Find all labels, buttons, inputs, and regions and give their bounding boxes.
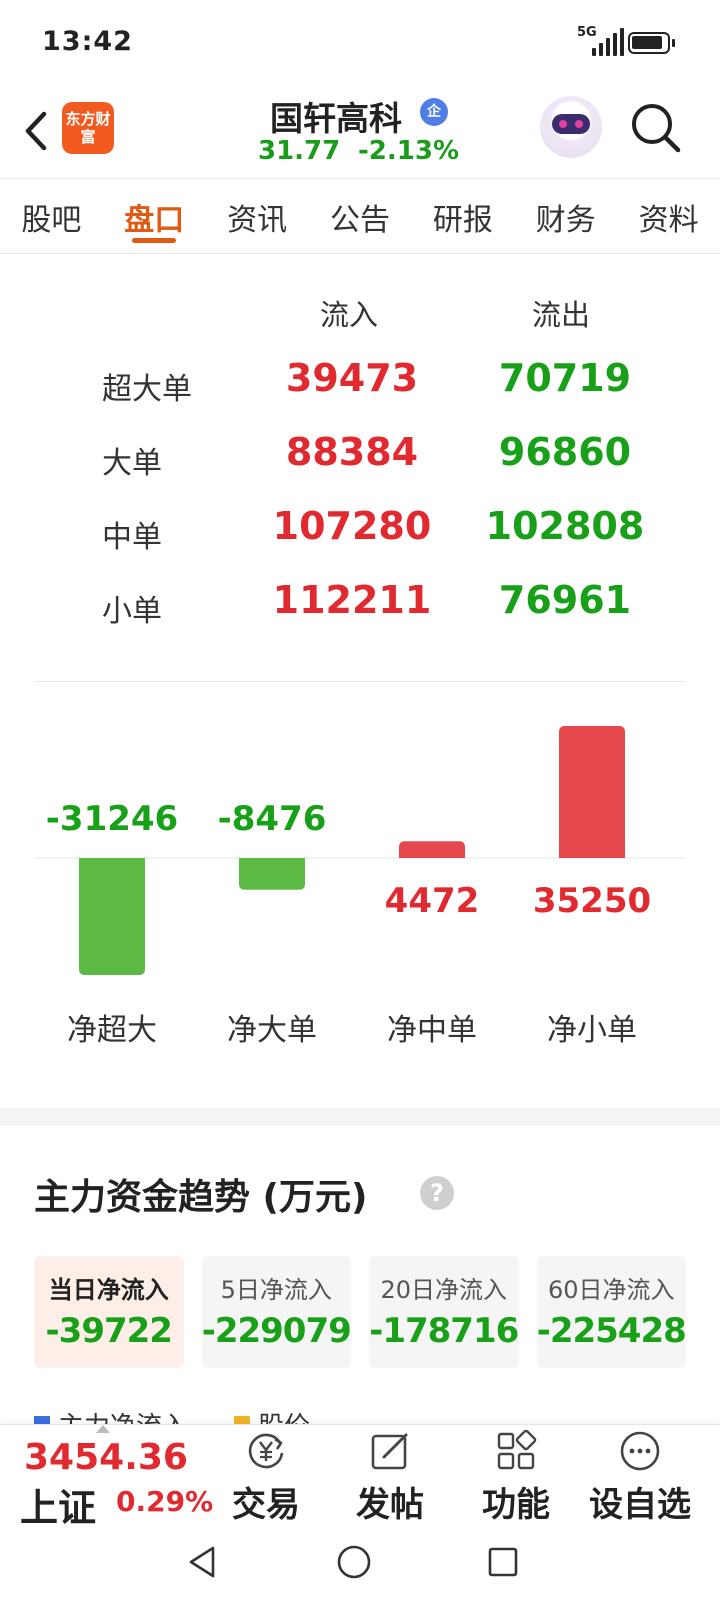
signal-icon [592, 28, 624, 56]
yen-exchange-icon [248, 1433, 284, 1469]
index-pct: 0.29% [116, 1485, 214, 1518]
medium-inflow: 107280 [272, 504, 432, 548]
large-outflow: 96860 [498, 430, 632, 474]
grid-apps-icon [497, 1429, 537, 1470]
stock-change-pct: -2.13% [358, 136, 459, 166]
medium-outflow: 102808 [485, 504, 645, 548]
bottom-toolbar: 3454.36 上证 0.29% 交易 发帖 功能 设自选 [0, 1424, 720, 1530]
post-label: 发帖 [356, 1485, 424, 1525]
inflow-header: 流入 [320, 298, 379, 332]
search-icon[interactable] [628, 100, 684, 156]
card-label: 60日净流入 [547, 1276, 675, 1304]
net-bar-2 [239, 858, 305, 890]
row-label-large: 大单 [102, 446, 162, 481]
net-value-label: -8476 [218, 799, 327, 839]
small-inflow: 112211 [272, 578, 432, 622]
trend-title: 主力资金趋势 (万元) [34, 1177, 368, 1218]
legend-price: 股价 [234, 1406, 310, 1426]
add-watchlist-label: 设自选 [589, 1485, 691, 1525]
card-label: 5日净流入 [220, 1276, 332, 1304]
large-inflow: 88384 [285, 430, 419, 474]
app-logo[interactable]: 东方财富 [62, 102, 114, 154]
net-bar-3 [399, 841, 465, 858]
card-today[interactable]: 当日净流入 -39722 [34, 1256, 184, 1368]
more-dots-icon [620, 1431, 660, 1471]
net-bar-1 [79, 858, 145, 976]
nav-back-icon[interactable] [186, 1544, 218, 1580]
net-flow-chart: -31246 净超大 -8476 净大单 4472 净中单 35250 净小单 [34, 726, 686, 1048]
trade-label: 交易 [232, 1485, 300, 1525]
net-value-label: 4472 [385, 881, 480, 921]
card-value: -229079 [201, 1311, 352, 1351]
net-bar-4 [559, 726, 625, 858]
tab-research[interactable]: 研报 [411, 179, 514, 253]
net-category-label: 净大单 [227, 1013, 317, 1048]
tab-news[interactable]: 资讯 [206, 179, 309, 253]
index-name: 上证 [20, 1486, 97, 1530]
legend-main-inflow: 主力净流入 [34, 1406, 188, 1426]
tab-pankou[interactable]: 盘口 [103, 179, 206, 253]
card-5d[interactable]: 5日净流入 -229079 [201, 1256, 352, 1368]
functions-label: 功能 [482, 1485, 550, 1525]
row-label-super-large: 超大单 [102, 372, 192, 407]
outflow-header: 流出 [532, 298, 591, 332]
trade-button[interactable]: 交易 [206, 1429, 326, 1526]
functions-button[interactable]: 功能 [456, 1429, 576, 1526]
tab-finance[interactable]: 财务 [514, 179, 617, 253]
status-time: 13:42 [42, 26, 133, 57]
nav-recents-icon[interactable] [486, 1544, 520, 1580]
card-label: 20日净流入 [380, 1276, 508, 1304]
caret-up-icon [96, 1425, 110, 1433]
system-nav-bar [0, 1526, 720, 1604]
card-value: -225428 [536, 1311, 687, 1351]
section-gap [0, 1108, 720, 1126]
net-value-label: 35250 [533, 881, 651, 921]
card-value: -39722 [45, 1311, 173, 1351]
stock-price: 31.77 [258, 136, 341, 166]
status-bar: 13:42 5G [0, 0, 720, 88]
row-label-small: 小单 [102, 594, 162, 629]
battery-icon [628, 32, 675, 54]
ai-assistant-avatar[interactable] [540, 96, 602, 158]
enterprise-badge: 企 [420, 98, 448, 126]
tab-guba[interactable]: 股吧 [0, 179, 103, 253]
add-watchlist-button[interactable]: 设自选 [580, 1429, 700, 1526]
super-large-outflow: 70719 [498, 356, 632, 400]
net-category-label: 净超大 [67, 1013, 157, 1048]
card-60d[interactable]: 60日净流入 -225428 [536, 1256, 687, 1368]
stock-name: 国轩高科 [270, 99, 402, 138]
legend-label: 股价 [258, 1406, 310, 1426]
net-category-label: 净小单 [547, 1013, 637, 1048]
net-inflow-cards: 当日净流入 -39722 5日净流入 -229079 20日净流入 -17871… [34, 1256, 687, 1368]
tab-profile[interactable]: 资料 [617, 179, 720, 253]
trend-legend: 主力净流入 股价 [34, 1406, 434, 1426]
super-large-inflow: 39473 [285, 356, 419, 400]
stock-header: 东方财富 国轩高科 企 31.77 -2.13% [0, 88, 720, 178]
post-button[interactable]: 发帖 [330, 1429, 450, 1526]
edit-icon [371, 1433, 408, 1470]
legend-label: 主力净流入 [58, 1406, 188, 1426]
row-label-medium: 中单 [102, 520, 162, 555]
net-value-label: -31246 [46, 799, 178, 839]
back-icon[interactable] [18, 106, 58, 156]
small-outflow: 76961 [498, 578, 632, 622]
nav-home-icon[interactable] [336, 1544, 372, 1580]
index-value: 3454.36 [24, 1437, 188, 1478]
tab-announcements[interactable]: 公告 [309, 179, 412, 253]
net-category-label: 净中单 [387, 1013, 477, 1048]
card-value: -178716 [369, 1311, 519, 1351]
stock-tabs: 股吧 盘口 资讯 公告 研报 财务 资料 [0, 178, 720, 254]
help-icon[interactable]: ? [420, 1176, 454, 1210]
card-label: 当日净流入 [48, 1276, 169, 1304]
table-divider [34, 681, 686, 682]
card-20d[interactable]: 20日净流入 -178716 [369, 1256, 519, 1368]
